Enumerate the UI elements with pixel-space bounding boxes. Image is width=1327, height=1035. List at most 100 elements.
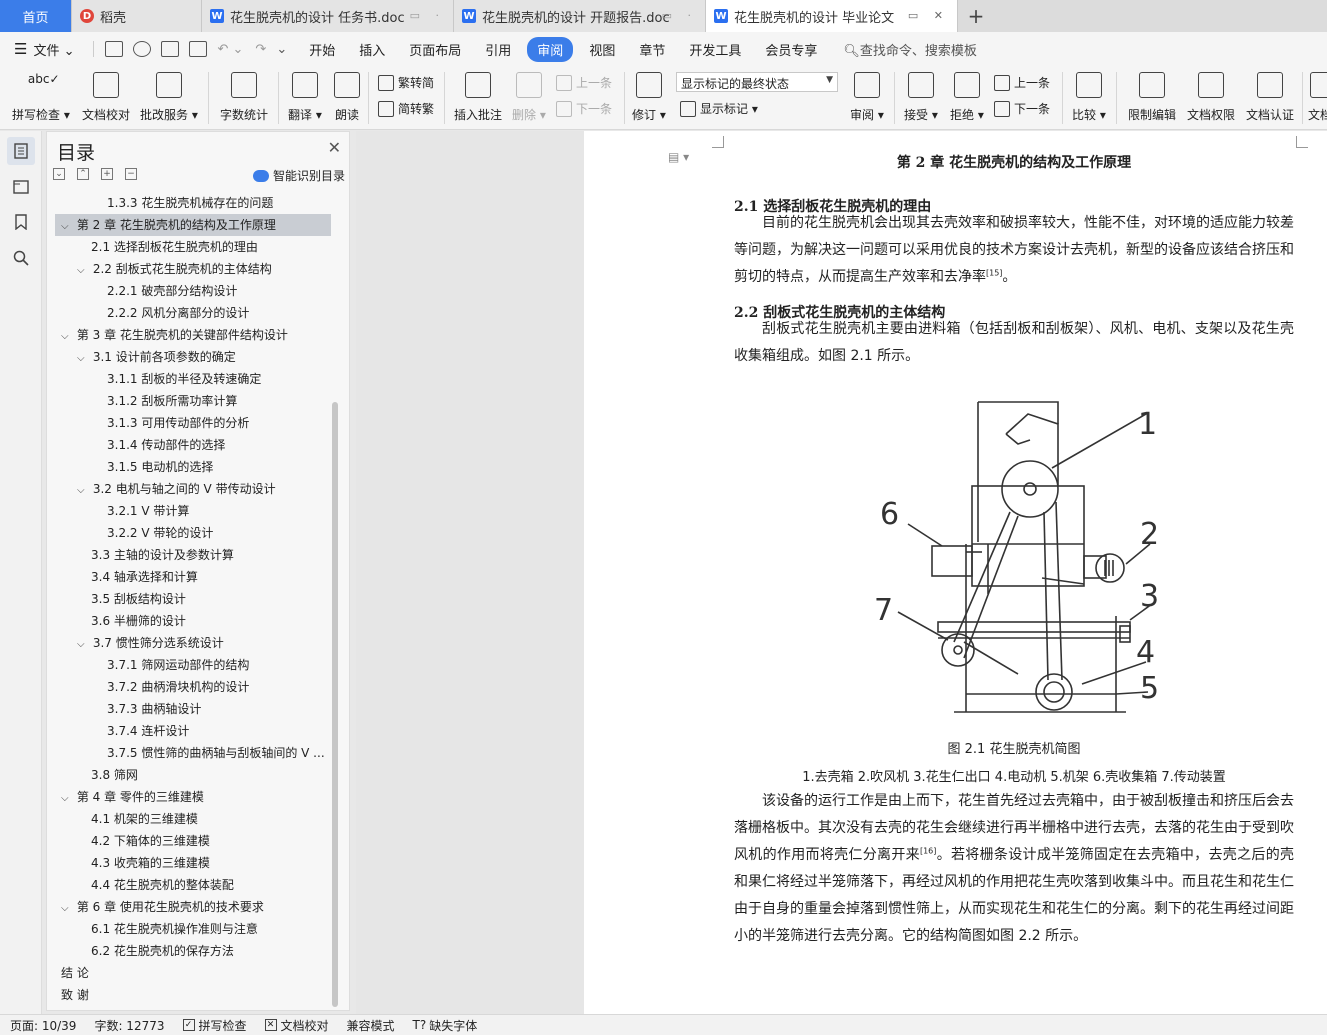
- remove-heading-icon[interactable]: −: [125, 168, 137, 180]
- toc-item[interactable]: ⌵ 3.7 惯性筛分选系统设计: [55, 632, 331, 654]
- toc-item[interactable]: ⌵ 第 6 章 使用花生脱壳机的技术要求: [55, 896, 331, 918]
- toc-item[interactable]: 3.2.2 V 带轮的设计: [55, 522, 331, 544]
- menu-insert[interactable]: 插入: [347, 40, 397, 59]
- citation-16[interactable]: [16]: [920, 846, 936, 855]
- menu-review[interactable]: 审阅: [527, 36, 574, 62]
- markup-state-select[interactable]: 显示标记的最终状态 ▼: [676, 72, 838, 92]
- toc-item[interactable]: ⌵ 3.1 设计前各项参数的确定: [55, 346, 331, 368]
- toc-item[interactable]: ⌵ 3.2 电机与轴之间的 V 带传动设计: [55, 478, 331, 500]
- toc-item[interactable]: 3.8 筛网: [55, 764, 331, 786]
- translate-button[interactable]: 翻译 ▾: [288, 72, 322, 123]
- doc-check-toggle[interactable]: ✕ 文档校对: [264, 1017, 329, 1034]
- restrict-edit-button[interactable]: 限制编辑: [1128, 72, 1176, 123]
- search-icon[interactable]: [10, 247, 32, 269]
- menu-start[interactable]: 开始: [297, 40, 347, 59]
- show-markup-button[interactable]: 显示标记 ▾: [680, 100, 758, 117]
- toc-item[interactable]: 结 论: [55, 962, 331, 984]
- accept-button[interactable]: 接受 ▾: [904, 72, 938, 123]
- toc-item[interactable]: 6.2 花生脱壳机的保存方法: [55, 940, 331, 962]
- toc-item[interactable]: 2.1 选择刮板花生脱壳机的理由: [55, 236, 331, 258]
- toc-scrollbar[interactable]: [332, 402, 338, 1007]
- review-pane-button[interactable]: 审阅 ▾: [850, 72, 884, 123]
- page-indicator[interactable]: 页面: 10/39: [10, 1017, 76, 1034]
- prev-comment-button[interactable]: 上一条: [556, 74, 612, 91]
- menu-devtools[interactable]: 开发工具: [677, 40, 753, 59]
- toc-item[interactable]: 3.3 主轴的设计及参数计算: [55, 544, 331, 566]
- toc-item[interactable]: ⌵ 第 4 章 零件的三维建模: [55, 786, 331, 808]
- toc-item[interactable]: 3.2.1 V 带计算: [55, 500, 331, 522]
- doc-permission-button[interactable]: 文档权限: [1187, 72, 1235, 123]
- toc-icon[interactable]: [7, 137, 35, 165]
- menu-layout[interactable]: 页面布局: [397, 40, 473, 59]
- tab-home[interactable]: 首页: [0, 0, 72, 32]
- toc-item[interactable]: 3.7.5 惯性筛的曲柄轴与刮板轴间的 V ...: [55, 742, 331, 764]
- trad-to-simp-button[interactable]: 繁转简: [378, 74, 434, 91]
- navigation-icon[interactable]: [10, 175, 32, 197]
- toc-item[interactable]: 1.3.3 花生脱壳机械存在的问题: [55, 192, 331, 214]
- toc-item[interactable]: 4.4 花生脱壳机的整体装配: [55, 874, 331, 896]
- chevron-down-icon[interactable]: ⌵: [77, 348, 89, 368]
- menu-section[interactable]: 章节: [627, 40, 677, 59]
- doc-more-button[interactable]: 文档: [1308, 72, 1327, 123]
- toc-item[interactable]: 3.1.5 电动机的选择: [55, 456, 331, 478]
- toc-item[interactable]: ⌵ 第 3 章 花生脱壳机的关键部件结构设计: [55, 324, 331, 346]
- menu-reference[interactable]: 引用: [473, 40, 523, 59]
- redo-icon[interactable]: ↷: [255, 42, 266, 57]
- menu-view[interactable]: 视图: [577, 40, 627, 59]
- ai-recognize-toc-button[interactable]: 智能识别目录: [252, 167, 345, 184]
- compare-button[interactable]: 比较 ▾: [1072, 72, 1106, 123]
- read-aloud-button[interactable]: 朗读: [334, 72, 360, 123]
- toc-item[interactable]: 3.7.1 筛网运动部件的结构: [55, 654, 331, 676]
- toc-item[interactable]: 3.1.1 刮板的半径及转速确定: [55, 368, 331, 390]
- delete-comment-button[interactable]: 删除 ▾: [512, 72, 546, 123]
- word-count-button[interactable]: 字数统计: [220, 72, 268, 123]
- close-icon[interactable]: ✕: [328, 138, 341, 157]
- toc-item[interactable]: 4.3 收壳箱的三维建模: [55, 852, 331, 874]
- new-tab-button[interactable]: +: [958, 0, 994, 32]
- next-change-button[interactable]: 下一条: [994, 100, 1050, 117]
- chevron-down-icon[interactable]: ⌵: [61, 216, 73, 236]
- toc-item[interactable]: 4.1 机架的三维建模: [55, 808, 331, 830]
- simp-to-trad-button[interactable]: 简转繁: [378, 100, 434, 117]
- toc-item[interactable]: 3.6 半栅筛的设计: [55, 610, 331, 632]
- chevron-down-icon[interactable]: ⌵: [61, 326, 73, 346]
- toc-item[interactable]: 3.1.4 传动部件的选择: [55, 434, 331, 456]
- toc-item[interactable]: 致 谢: [55, 984, 331, 1006]
- chevron-down-icon[interactable]: ⌵: [77, 260, 89, 280]
- doc-outline-icon[interactable]: ▤ ▾: [668, 150, 689, 164]
- share-icon[interactable]: [132, 41, 151, 57]
- batch-service-button[interactable]: 批改服务 ▾: [140, 72, 198, 123]
- doc-check-button[interactable]: 文档校对: [82, 72, 130, 123]
- word-count-indicator[interactable]: 字数: 12773: [94, 1017, 164, 1034]
- toc-item[interactable]: 2.2.1 破壳部分结构设计: [55, 280, 331, 302]
- toc-item[interactable]: 3.4 轴承选择和计算: [55, 566, 331, 588]
- customize-icon[interactable]: ⌄: [276, 42, 287, 57]
- toc-item[interactable]: 4.2 下箱体的三维建模: [55, 830, 331, 852]
- add-heading-icon[interactable]: +: [101, 168, 113, 180]
- tab-task-doc[interactable]: W 花生脱壳机的设计 任务书.doc ▭ ·: [202, 0, 454, 32]
- toc-item[interactable]: 3.7.2 曲柄滑块机构的设计: [55, 676, 331, 698]
- save-icon[interactable]: [104, 41, 123, 57]
- collapse-all-icon[interactable]: ⌄: [53, 168, 65, 180]
- toc-item[interactable]: 6.1 花生脱壳机操作准则与注意: [55, 918, 331, 940]
- insert-comment-button[interactable]: 插入批注: [454, 72, 502, 123]
- toc-item[interactable]: 3.7.4 连杆设计: [55, 720, 331, 742]
- undo-icon[interactable]: ↶ ⌄: [218, 42, 244, 57]
- citation-15[interactable]: [15]: [986, 268, 1002, 277]
- next-comment-button[interactable]: 下一条: [556, 100, 612, 117]
- chevron-down-icon[interactable]: ⌵: [77, 480, 89, 500]
- bookmark-icon[interactable]: [10, 211, 32, 233]
- toc-item[interactable]: 3.7.3 曲柄轴设计: [55, 698, 331, 720]
- spell-check-button[interactable]: abc✓ 拼写检查 ▾: [12, 72, 70, 123]
- toc-item[interactable]: 3.1.2 刮板所需功率计算: [55, 390, 331, 412]
- toc-item[interactable]: ⌵ 第 2 章 花生脱壳机的结构及工作原理: [55, 214, 331, 236]
- chevron-down-icon[interactable]: ⌵: [77, 634, 89, 654]
- command-search[interactable]: 🔍︎查找命令、搜索模板: [843, 40, 977, 59]
- tab-thesis-doc[interactable]: W 花生脱壳机的设计 毕业论文 ▭ ✕: [706, 0, 958, 32]
- toc-item[interactable]: ⌵ 2.2 刮板式花生脱壳机的主体结构: [55, 258, 331, 280]
- tab-proposal-doc[interactable]: W 花生脱壳机的设计 开题报告.doc ▭ ·: [454, 0, 706, 32]
- chevron-down-icon[interactable]: ⌵: [61, 898, 73, 918]
- missing-font-button[interactable]: T? 缺失字体: [413, 1017, 478, 1034]
- hamburger-icon[interactable]: ☰: [14, 40, 27, 58]
- toc-item[interactable]: 3.5 刮板结构设计: [55, 588, 331, 610]
